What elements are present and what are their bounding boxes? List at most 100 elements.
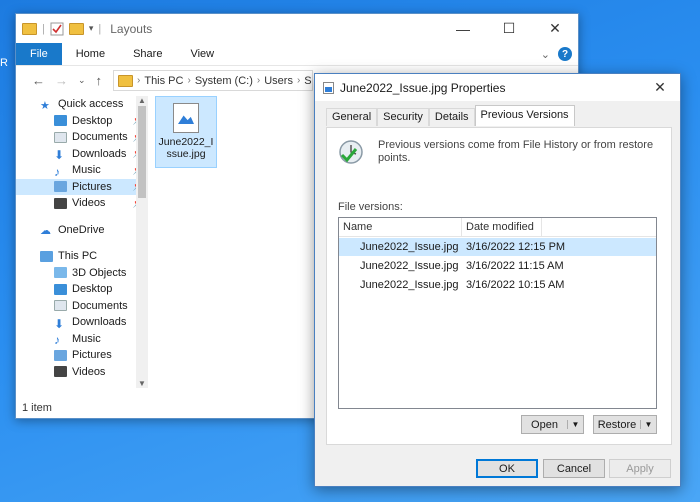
nav-label: Documents — [72, 299, 128, 312]
nav-music[interactable]: ♪ Music 📌 — [16, 162, 148, 179]
maximize-button[interactable]: ☐ — [486, 14, 532, 43]
nav-label: Videos — [72, 197, 106, 210]
desktop-icon — [54, 115, 67, 127]
description-text: Previous versions come from File History… — [378, 139, 654, 164]
tab-general[interactable]: General — [326, 108, 378, 126]
tab-details[interactable]: Details — [428, 108, 475, 126]
nav-pc-videos[interactable]: Videos — [16, 364, 148, 381]
properties-dialog: June2022_Issue.jpg Properties ✕ General … — [314, 73, 681, 487]
file-name: June2022_Issue.jpg — [158, 136, 214, 160]
download-icon: ⬇ — [54, 316, 65, 331]
customize-toolbar-icon[interactable]: ▾ — [89, 23, 94, 34]
image-file-icon — [323, 81, 334, 94]
cube-icon — [54, 267, 67, 279]
version-name: June2022_Issue.jpg — [360, 279, 459, 291]
open-label: Open — [531, 418, 558, 431]
version-row[interactable]: June2022_Issue.jpg 3/16/2022 12:15 PM — [339, 238, 656, 256]
file-versions-list[interactable]: Name Date modified June2022_Issue.jpg 3/… — [338, 217, 657, 409]
back-arrow-icon[interactable]: ← — [32, 73, 45, 88]
breadcrumb-this-pc[interactable]: This PC — [144, 75, 183, 87]
new-folder-icon[interactable] — [68, 22, 84, 35]
restore-dropdown-icon[interactable]: ▼ — [640, 420, 656, 429]
breadcrumb-users[interactable]: Users — [264, 75, 293, 87]
open-button[interactable]: Open ▼ — [521, 415, 584, 434]
cancel-button[interactable]: Cancel — [543, 459, 605, 478]
column-date-modified[interactable]: Date modified — [462, 218, 542, 236]
nav-quick-access[interactable]: ★ Quick access — [16, 96, 148, 113]
nav-scrollbar[interactable]: ▲ ▼ — [136, 96, 148, 388]
nav-label: OneDrive — [58, 223, 105, 236]
scroll-thumb[interactable] — [138, 106, 146, 198]
folder-icon — [118, 74, 133, 87]
nav-label: Videos — [72, 365, 106, 378]
nav-videos[interactable]: Videos 📌 — [16, 195, 148, 212]
up-arrow-icon[interactable]: ↑ — [96, 73, 103, 88]
version-row[interactable]: June2022_Issue.jpg 3/16/2022 10:15 AM — [339, 276, 656, 294]
open-dropdown-icon[interactable]: ▼ — [567, 420, 583, 429]
recent-locations-icon[interactable]: ⌄ — [78, 75, 86, 86]
nav-label: Desktop — [72, 283, 113, 296]
window-controls: — ☐ ✕ — [440, 14, 578, 43]
file-item[interactable]: June2022_Issue.jpg — [155, 96, 217, 168]
window-title: Layouts — [110, 21, 153, 36]
nav-pc-desktop[interactable]: Desktop — [16, 281, 148, 298]
scroll-up-icon[interactable]: ▲ — [136, 96, 148, 105]
nav-label: This PC — [58, 250, 98, 263]
videos-icon — [54, 197, 67, 209]
close-button[interactable]: ✕ — [532, 14, 578, 43]
nav-this-pc[interactable]: This PC — [16, 248, 148, 265]
version-date: 3/16/2022 11:15 AM — [466, 260, 564, 272]
videos-icon — [54, 366, 67, 378]
tab-security[interactable]: Security — [377, 108, 429, 126]
separator: | — [98, 22, 102, 35]
nav-label: Downloads — [72, 316, 127, 329]
dialog-title-bar: June2022_Issue.jpg Properties ✕ — [315, 74, 680, 101]
scroll-down-icon[interactable]: ▼ — [136, 379, 148, 388]
version-row[interactable]: June2022_Issue.jpg 3/16/2022 11:15 AM — [339, 257, 656, 275]
chevron-right-icon: › — [137, 75, 141, 86]
minimize-button[interactable]: — — [440, 14, 486, 43]
image-file-icon — [173, 103, 199, 133]
file-versions-label: File versions: — [338, 201, 403, 213]
nav-label: Pictures — [72, 180, 112, 193]
nav-downloads[interactable]: ⬇ Downloads 📌 — [16, 146, 148, 163]
nav-documents[interactable]: Documents 📌 — [16, 129, 148, 146]
pictures-icon — [54, 181, 67, 193]
nav-3d-objects[interactable]: 3D Objects — [16, 265, 148, 282]
help-icon[interactable]: ? — [558, 47, 572, 61]
tab-share[interactable]: Share — [119, 43, 176, 65]
nav-pc-documents[interactable]: Documents — [16, 298, 148, 315]
expand-ribbon-icon[interactable]: ⌄ — [541, 48, 550, 61]
nav-pc-downloads[interactable]: ⬇ Downloads — [16, 314, 148, 331]
nav-pictures[interactable]: Pictures 📌 — [16, 178, 148, 195]
nav-onedrive[interactable]: ☁ OneDrive — [16, 222, 148, 239]
chevron-right-icon: › — [256, 75, 261, 86]
star-icon: ★ — [40, 99, 50, 112]
version-date: 3/16/2022 10:15 AM — [466, 279, 565, 291]
ok-button[interactable]: OK — [476, 459, 538, 478]
nav-label: Documents — [72, 131, 128, 144]
nav-pc-music[interactable]: ♪ Music — [16, 331, 148, 348]
breadcrumb-partial[interactable]: S — [304, 75, 311, 87]
folder-icon[interactable] — [22, 22, 37, 35]
forward-arrow-icon[interactable]: → — [55, 73, 68, 88]
tab-previous-versions[interactable]: Previous Versions — [474, 105, 575, 126]
close-icon[interactable]: ✕ — [640, 79, 680, 96]
tab-home[interactable]: Home — [62, 43, 119, 65]
ribbon-tabs: File Home Share View ⌄ ? — [16, 43, 578, 65]
breadcrumb-system-c[interactable]: System (C:) — [195, 75, 253, 87]
address-bar[interactable]: › This PC › System (C:) › Users › S — [113, 70, 313, 91]
pictures-icon — [54, 349, 67, 361]
cloud-icon: ☁ — [40, 225, 51, 238]
dialog-tabs: General Security Details Previous Versio… — [326, 105, 575, 126]
tab-view[interactable]: View — [176, 43, 228, 65]
restore-button[interactable]: Restore ▼ — [593, 415, 657, 434]
properties-check-icon[interactable] — [50, 22, 64, 36]
desktop-partial-text: R — [0, 57, 8, 69]
nav-pc-pictures[interactable]: Pictures — [16, 347, 148, 364]
column-name[interactable]: Name — [339, 218, 462, 236]
nav-label: Music — [72, 164, 101, 177]
nav-desktop[interactable]: Desktop 📌 — [16, 113, 148, 130]
apply-button[interactable]: Apply — [609, 459, 671, 478]
tab-file[interactable]: File — [16, 43, 62, 65]
